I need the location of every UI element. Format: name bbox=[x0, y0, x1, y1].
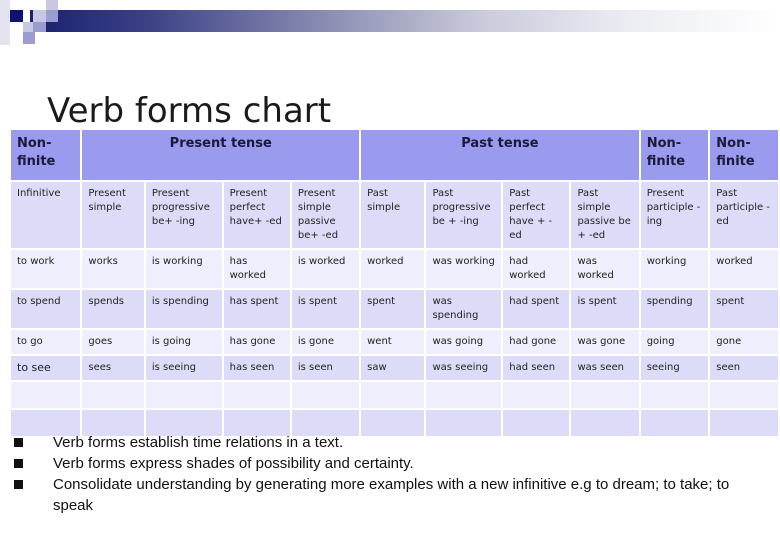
table-cell: has seen bbox=[223, 356, 290, 380]
bullet-item: Verb forms establish time relations in a… bbox=[14, 432, 764, 453]
table-cell: worked bbox=[361, 250, 425, 288]
table-cell: is seen bbox=[291, 356, 360, 380]
table-row: to work works is working has worked is w… bbox=[11, 250, 778, 288]
table-cell: worked bbox=[710, 250, 778, 288]
table-cell: was working bbox=[426, 250, 502, 288]
table-cell: has spent bbox=[223, 290, 290, 328]
table-cell: is seeing bbox=[145, 356, 222, 380]
column-header: Past participle -ed bbox=[710, 182, 778, 248]
table-cell: saw bbox=[361, 356, 425, 380]
bullet-text: Consolidate understanding by generating … bbox=[53, 476, 730, 514]
column-header: Past perfect have + -ed bbox=[503, 182, 570, 248]
table-cell: was gone bbox=[571, 330, 639, 354]
header-gradient-bar bbox=[30, 10, 780, 32]
column-header: Infinitive bbox=[11, 182, 81, 248]
column-header: Past simple bbox=[361, 182, 425, 248]
table-cell: goes bbox=[82, 330, 144, 354]
table-cell bbox=[223, 382, 290, 408]
column-header: Present progressive be+ -ing bbox=[145, 182, 222, 248]
table-cell: to see bbox=[11, 356, 81, 380]
table-cell: is working bbox=[145, 250, 222, 288]
header-present-tense: Present tense bbox=[82, 130, 360, 180]
table-cell: has gone bbox=[223, 330, 290, 354]
table-cell: was spending bbox=[426, 290, 502, 328]
table-cell: had seen bbox=[503, 356, 570, 380]
table-cell: was worked bbox=[571, 250, 639, 288]
table-cell: to go bbox=[11, 330, 81, 354]
square-bullet-icon bbox=[14, 459, 23, 468]
table-cell bbox=[426, 382, 502, 408]
group-header-row: Non-finite Present tense Past tense Non-… bbox=[11, 130, 778, 180]
header-non-finite: Non-finite bbox=[11, 130, 81, 180]
table-cell bbox=[291, 382, 360, 408]
column-header: Present perfect have+ -ed bbox=[223, 182, 290, 248]
table-cell: was seen bbox=[571, 356, 639, 380]
table-cell: spending bbox=[640, 290, 709, 328]
table-cell: is going bbox=[145, 330, 222, 354]
table-cell: is spending bbox=[145, 290, 222, 328]
table-cell bbox=[640, 382, 709, 408]
square-bullet-icon bbox=[14, 438, 23, 447]
table-cell: had spent bbox=[503, 290, 570, 328]
bullet-text: Verb forms express shades of possibility… bbox=[53, 455, 414, 472]
table-cell: went bbox=[361, 330, 425, 354]
decor-square bbox=[33, 22, 46, 32]
decor-square bbox=[0, 0, 10, 45]
decor-square bbox=[23, 22, 33, 32]
column-header: Present simple bbox=[82, 182, 144, 248]
bullet-list: Verb forms establish time relations in a… bbox=[14, 432, 764, 516]
column-header-row: Infinitive Present simple Present progre… bbox=[11, 182, 778, 248]
table-cell bbox=[361, 382, 425, 408]
header-non-finite: Non-finite bbox=[640, 130, 709, 180]
table-cell: was seeing bbox=[426, 356, 502, 380]
slide-title: Verb forms chart bbox=[47, 90, 332, 131]
table-cell: spends bbox=[82, 290, 144, 328]
column-header: Past progressive be + -ing bbox=[426, 182, 502, 248]
table-cell bbox=[145, 382, 222, 408]
table-cell: had gone bbox=[503, 330, 570, 354]
table-cell: to work bbox=[11, 250, 81, 288]
table-cell: was going bbox=[426, 330, 502, 354]
table-cell: is spent bbox=[291, 290, 360, 328]
table-cell bbox=[503, 382, 570, 408]
table-cell: works bbox=[82, 250, 144, 288]
table-cell: spent bbox=[710, 290, 778, 328]
column-header: Present simple passive be+ -ed bbox=[291, 182, 360, 248]
table-row: to go goes is going has gone is gone wen… bbox=[11, 330, 778, 354]
decor-square bbox=[46, 0, 58, 10]
decor-square bbox=[23, 32, 35, 44]
square-bullet-icon bbox=[14, 480, 23, 489]
table-row: to spend spends is spending has spent is… bbox=[11, 290, 778, 328]
table-cell: is worked bbox=[291, 250, 360, 288]
header-non-finite: Non-finite bbox=[710, 130, 778, 180]
table-cell: had worked bbox=[503, 250, 570, 288]
table-cell: sees bbox=[82, 356, 144, 380]
decor-square bbox=[46, 10, 58, 22]
table-cell bbox=[710, 382, 778, 408]
table-cell: to spend bbox=[11, 290, 81, 328]
bullet-text: Verb forms establish time relations in a… bbox=[53, 434, 344, 451]
header-past-tense: Past tense bbox=[361, 130, 639, 180]
table-row bbox=[11, 382, 778, 408]
column-header: Past simple passive be + -ed bbox=[571, 182, 639, 248]
decor-square bbox=[10, 10, 23, 22]
table-cell: going bbox=[640, 330, 709, 354]
table-row: to see sees is seeing has seen is seen s… bbox=[11, 356, 778, 380]
table-cell: is spent bbox=[571, 290, 639, 328]
table-cell bbox=[571, 382, 639, 408]
table-cell: gone bbox=[710, 330, 778, 354]
column-header: Present participle -ing bbox=[640, 182, 709, 248]
decor-square bbox=[33, 10, 46, 22]
table-cell: seen bbox=[710, 356, 778, 380]
bullet-item: Verb forms express shades of possibility… bbox=[14, 453, 764, 474]
table-cell: seeing bbox=[640, 356, 709, 380]
table-cell: has worked bbox=[223, 250, 290, 288]
table-cell: working bbox=[640, 250, 709, 288]
bullet-item: Consolidate understanding by generating … bbox=[14, 474, 764, 516]
table-cell: is gone bbox=[291, 330, 360, 354]
table-cell: spent bbox=[361, 290, 425, 328]
table-cell bbox=[82, 382, 144, 408]
table-cell bbox=[11, 382, 81, 408]
verb-forms-table: Non-finite Present tense Past tense Non-… bbox=[9, 128, 780, 438]
